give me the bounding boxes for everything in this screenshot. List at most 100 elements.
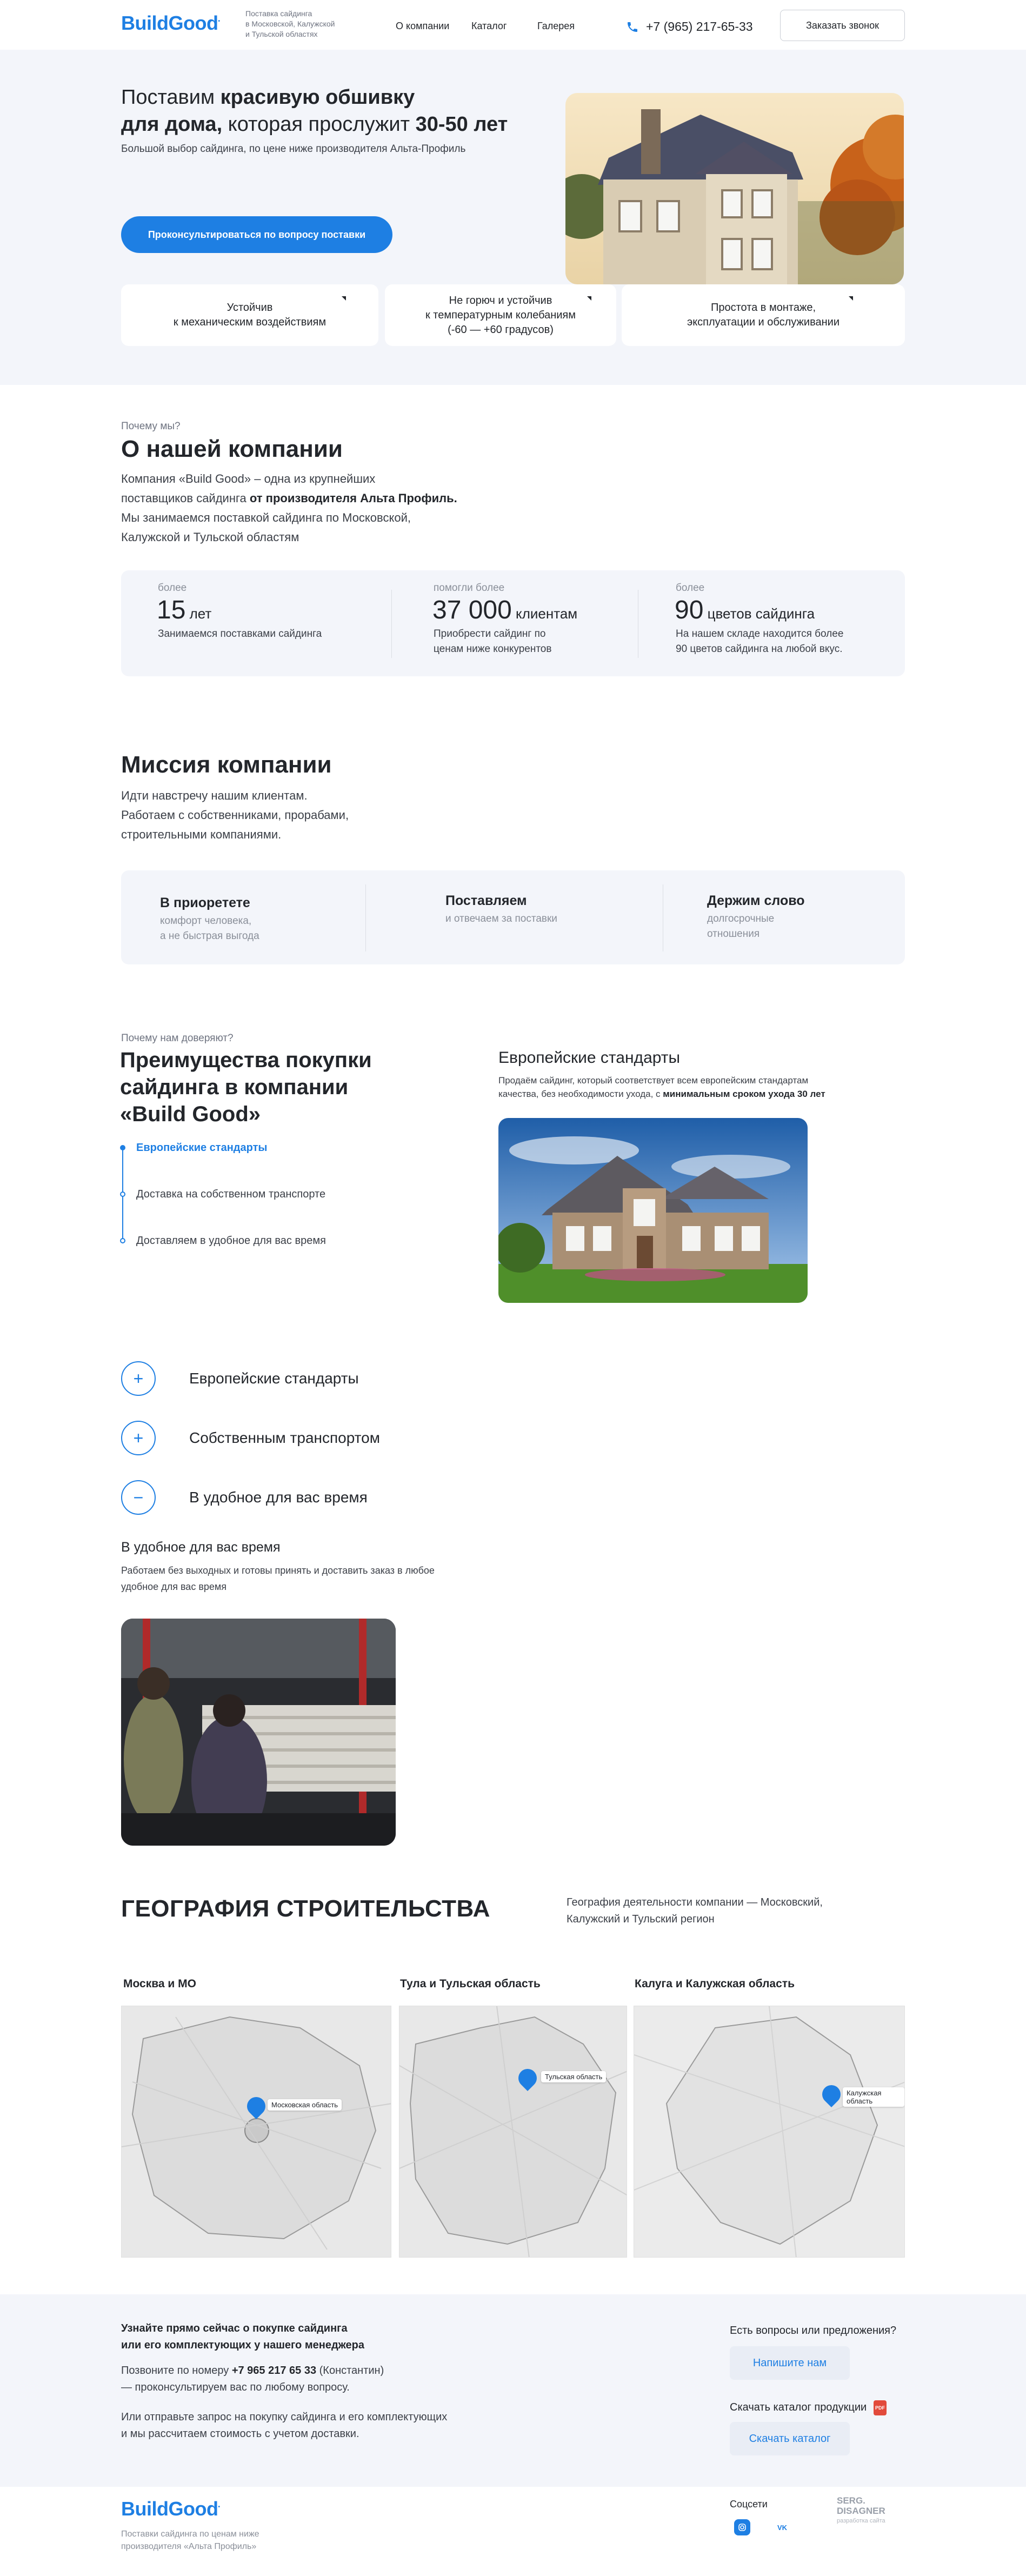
credit-line: DISAGNER xyxy=(837,2506,885,2516)
advantage-dot xyxy=(120,1192,125,1197)
value-sub: и отвечаем за поставки xyxy=(445,911,557,927)
accordion-item-time[interactable]: В удобное для вас время xyxy=(189,1489,368,1506)
tagline-line: в Московской, Калужской xyxy=(245,19,335,28)
footer-tagline-line: Поставки сайдинга по ценам ниже xyxy=(121,2530,259,2539)
contact-or-line: и мы рассчитаем стоимость с учетом доста… xyxy=(121,2428,359,2440)
advantages-title-line: «Build Good» xyxy=(120,1102,261,1126)
accordion-text-line: Работаем без выходных и готовы принять и… xyxy=(121,1565,435,1576)
divider xyxy=(365,884,366,951)
hero-title-text: Поставим xyxy=(121,86,221,109)
footer-tagline: Поставки сайдинга по ценам ниже производ… xyxy=(121,2528,259,2553)
value-sub-line: долгосрочные xyxy=(707,913,775,924)
value-title: Поставляем xyxy=(445,893,527,908)
feature-card-fireproof: Не горюч и устойчив к температурным колеб… xyxy=(385,284,616,346)
map-pin-label: Тульская область xyxy=(541,2071,607,2082)
corner-arrow-icon xyxy=(587,296,591,301)
nav-about[interactable]: О компании xyxy=(396,21,449,32)
accordion-toggle-plus-icon[interactable]: + xyxy=(121,1421,156,1455)
value-sub-line: а не быстрая выгода xyxy=(160,930,259,942)
stat-value: 37 000 клиентам xyxy=(432,595,577,625)
pdf-icon: PDF xyxy=(874,2400,887,2415)
stat-value: 15 лет xyxy=(157,595,211,625)
mission-line: Работаем с собственниками, прорабами, xyxy=(121,808,349,822)
contact-or-line: Или отправьте запрос на покупку сайдинга… xyxy=(121,2411,448,2423)
value-sub: комфорт человека, а не быстрая выгода xyxy=(160,914,259,944)
footer-logo[interactable]: BuildGood• xyxy=(121,2498,220,2520)
stat-number: 37 000 xyxy=(432,596,512,624)
geography-desc: География деятельности компании — Москов… xyxy=(567,1894,823,1928)
advantage-tab-european[interactable]: Европейские стандарты xyxy=(136,1142,267,1154)
contact-call-line: (Константин) xyxy=(316,2365,384,2377)
map-kaluga[interactable]: Калужская область xyxy=(634,2006,905,2258)
hero-title-bold: для дома, xyxy=(121,113,223,136)
contact-headline: Узнайте прямо сейчас о покупке сайдинга … xyxy=(121,2320,364,2354)
logo[interactable]: BuildGood• xyxy=(121,12,220,35)
about-line: Компания «Build Good» – одна из крупнейш… xyxy=(121,472,376,485)
advantage-tab-time[interactable]: Доставляем в удобное для вас время xyxy=(136,1235,326,1247)
consult-button[interactable]: Проконсультироваться по вопросу поставки xyxy=(121,216,392,253)
geography-desc-line: Калужский и Тульский регион xyxy=(567,1913,715,1925)
feature-line: Не горюч и устойчив xyxy=(449,294,552,307)
about-line: Мы занимаемся поставкой сайдинга по Моск… xyxy=(121,511,411,524)
accordion-item-transport[interactable]: Собственным транспортом xyxy=(189,1429,380,1447)
advantage-detail-line: Продаём сайдинг, который соответствует в… xyxy=(498,1075,809,1086)
accordion-open-text: Работаем без выходных и готовы принять и… xyxy=(121,1562,435,1595)
value-title: В приорететe xyxy=(160,895,250,910)
hero-title-bold: красивую обшивку xyxy=(220,86,415,109)
feature-line: (-60 — +60 градусов) xyxy=(448,323,554,336)
instagram-icon[interactable] xyxy=(734,2519,750,2535)
callback-button[interactable]: Заказать звонок xyxy=(780,10,905,41)
developer-credit[interactable]: SERG. DISAGNER разработка сайта xyxy=(837,2495,885,2526)
advantages-eyebrow: Почему нам доверяют? xyxy=(121,1033,234,1044)
stat-desc-line: 90 цветов сайдинга на любой вкус. xyxy=(676,643,843,655)
stat-value: 90 цветов сайдинга xyxy=(675,595,815,625)
european-house-image xyxy=(498,1118,808,1303)
about-line: поставщиков сайдинга xyxy=(121,491,250,505)
hero-title-bold: 30-50 лет xyxy=(415,113,508,136)
divider xyxy=(391,590,392,658)
credit-line: SERG. xyxy=(837,2495,865,2506)
footer-logo-text: BuildGood xyxy=(121,2498,218,2520)
advantage-detail-title: Европейские стандарты xyxy=(498,1049,681,1067)
corner-arrow-icon xyxy=(342,296,346,301)
contact-headline-line: Узнайте прямо сейчас о покупке сайдинга xyxy=(121,2322,348,2334)
advantage-dot-active xyxy=(120,1145,125,1150)
stat-desc-line: Приобрести сайдинг по xyxy=(434,628,546,640)
contact-headline-line: или его комплектующих у нашего менеджера xyxy=(121,2339,365,2351)
header-tagline: Поставка сайдинга в Московской, Калужско… xyxy=(245,9,335,39)
write-us-button[interactable]: Напишите нам xyxy=(730,2346,850,2380)
stat-caption: помогли более xyxy=(434,582,505,594)
phone-icon xyxy=(628,22,637,32)
feature-line: Устойчив xyxy=(226,302,273,314)
accordion-toggle-plus-icon[interactable]: + xyxy=(121,1361,156,1396)
header-phone[interactable]: +7 (965) 217-65-33 xyxy=(646,19,753,34)
nav-gallery[interactable]: Галерея xyxy=(537,21,575,32)
map-moscow[interactable]: Московская область xyxy=(121,2006,391,2258)
map-title-tula: Тула и Тульская область xyxy=(400,1978,541,1990)
hero-title: Поставим красивую обшивку для дома, кото… xyxy=(121,84,564,138)
download-catalog-button[interactable]: Скачать каталог xyxy=(730,2422,850,2455)
feature-line: к температурным колебаниям xyxy=(425,309,576,321)
hero-subtitle: Большой выбор сайдинга, по цене ниже про… xyxy=(121,143,466,155)
accordion-open-title: В удобное для вас время xyxy=(121,1540,281,1555)
stat-unit: цветов сайдинга xyxy=(703,605,815,622)
advantage-detail-line: качества, без необходимости ухода, с xyxy=(498,1089,663,1099)
advantage-tab-transport[interactable]: Доставка на собственном транспорте xyxy=(136,1188,325,1201)
map-tula[interactable]: Тульская область xyxy=(399,2006,627,2258)
feature-line: эксплуатации и обслуживании xyxy=(687,316,840,328)
value-title: Держим слово xyxy=(707,893,805,908)
geography-title: ГЕОГРАФИЯ СТРОИТЕЛЬСТВА xyxy=(121,1895,490,1922)
accordion-toggle-minus-icon[interactable]: − xyxy=(121,1480,156,1515)
advantage-dot xyxy=(120,1238,125,1243)
nav-catalog[interactable]: Каталог xyxy=(471,21,507,32)
contact-phone[interactable]: +7 965 217 65 33 xyxy=(232,2365,316,2377)
vk-icon[interactable]: VK xyxy=(774,2519,790,2535)
accordion-item-european[interactable]: Европейские стандарты xyxy=(189,1370,359,1387)
footer-social-label: Соцсети xyxy=(730,2499,768,2510)
tagline-line: и Тульской областях xyxy=(245,30,318,38)
advantages-title: Преимущества покупки сайдинга в компании… xyxy=(120,1047,372,1128)
stat-unit: клиентам xyxy=(511,605,578,622)
stat-number: 90 xyxy=(675,596,704,624)
footer-tagline-line: производителя «Альта Профиль» xyxy=(121,2542,257,2551)
hero-title-text: которая прослужит xyxy=(222,113,416,136)
